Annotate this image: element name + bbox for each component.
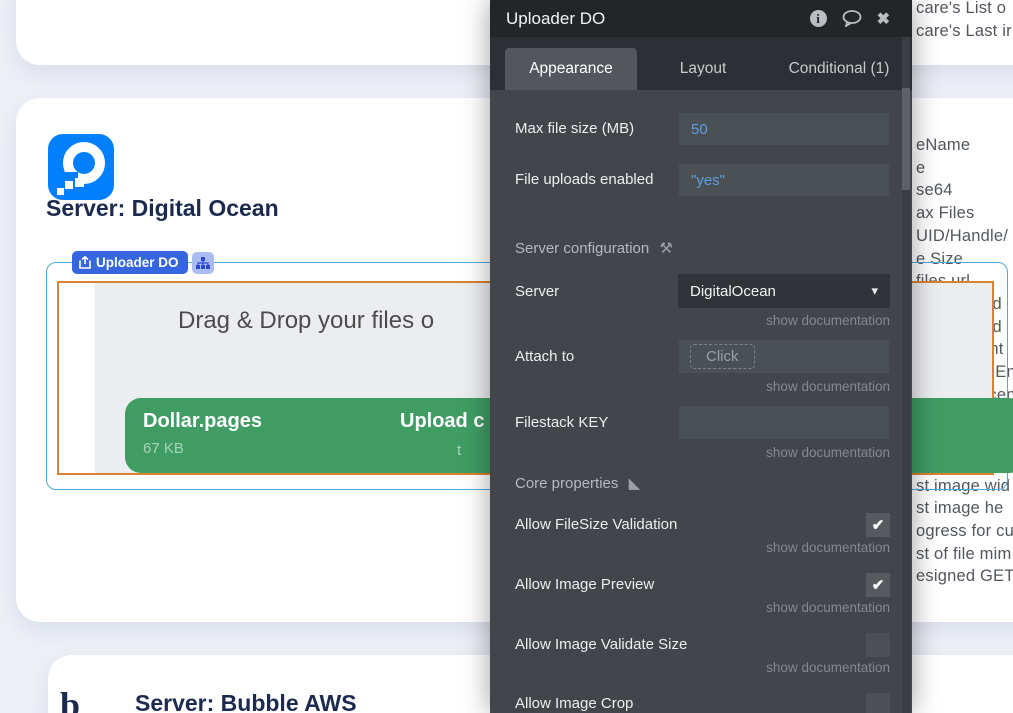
attach-to-input[interactable]: Click	[678, 339, 890, 374]
clipped-text-line: esigned GET	[916, 567, 1013, 586]
section-server-configuration: Server configuration ⚒	[515, 240, 673, 257]
clipped-text-line: care's Last ir	[916, 21, 1012, 40]
file-uploads-enabled-input[interactable]: "yes"	[678, 163, 890, 197]
show-documentation-link[interactable]: show documentation	[766, 445, 890, 460]
upload-status-sublabel: t	[457, 442, 462, 459]
clipped-text-line: eName	[916, 136, 971, 154]
server-select[interactable]: DigitalOcean ▾	[678, 274, 890, 308]
clipped-text-line: care's List o	[916, 0, 1007, 17]
allow-image-preview-checkbox[interactable]: ✔	[866, 573, 890, 597]
upload-status-label: Upload c	[400, 410, 485, 432]
show-documentation-link[interactable]: show documentation	[766, 313, 890, 328]
chevron-down-icon: ▾	[871, 283, 878, 298]
bottom-page-title: Server: Bubble AWS	[135, 690, 357, 713]
field-label-server: Server	[515, 283, 560, 300]
field-label-max-file-size: Max file size (MB)	[515, 120, 635, 137]
field-label-allow-filesize-validation: Allow FileSize Validation	[515, 516, 678, 533]
clipped-text-line: ogress for cu	[916, 521, 1013, 540]
field-label-allow-image-preview: Allow Image Preview	[515, 576, 655, 593]
field-label-allow-image-validate-size: Allow Image Validate Size	[515, 636, 688, 653]
panel-scrollbar-thumb[interactable]	[902, 88, 910, 190]
server-select-value: DigitalOcean	[690, 282, 776, 300]
sitemap-icon	[196, 256, 210, 269]
section-core-properties: Core properties ◣	[515, 475, 641, 492]
max-file-size-input[interactable]: 50	[678, 112, 890, 146]
tab-layout[interactable]: Layout	[637, 48, 769, 90]
close-icon[interactable]: ✖	[877, 9, 890, 29]
clipped-text-line: e	[916, 158, 926, 177]
show-documentation-link[interactable]: show documentation	[766, 379, 890, 394]
clipped-text-line: st image he	[916, 499, 1004, 518]
panel-title: Uploader DO	[506, 8, 606, 28]
uploader-drop-text: Drag & Drop your files o	[178, 307, 435, 334]
field-label-file-uploads-enabled: File uploads enabled	[515, 171, 654, 188]
show-documentation-link[interactable]: show documentation	[766, 660, 890, 675]
filestack-key-input[interactable]	[678, 405, 890, 440]
info-icon[interactable]: i	[809, 10, 827, 27]
background-clipped-text: care's List o care's Last ir	[916, 0, 1012, 42]
panel-scrollbar[interactable]	[902, 37, 910, 713]
uploaded-file-size: 67 KB	[143, 440, 184, 457]
app-root: care's List o care's Last ir eName e se64 ax…	[0, 0, 1013, 713]
comment-icon[interactable]	[842, 10, 862, 27]
field-label-attach-to: Attach to	[515, 348, 575, 365]
show-documentation-link[interactable]: show documentation	[766, 540, 890, 555]
element-badge-label: Uploader DO	[96, 255, 179, 270]
tab-conditional[interactable]: Conditional (1)	[769, 48, 909, 90]
page-title: Server: Digital Ocean	[46, 195, 279, 221]
uploaded-file-name: Dollar.pages	[143, 410, 262, 432]
panel-header[interactable]: Uploader DO i ✖	[490, 0, 912, 37]
element-badge[interactable]: Uploader DO	[72, 251, 188, 274]
allow-image-crop-checkbox[interactable]	[866, 693, 890, 713]
clipped-text-line: UID/Handle/	[916, 226, 1009, 245]
property-editor-panel: Uploader DO i ✖ Appearance Layout Condit…	[490, 0, 912, 713]
attach-to-click-button[interactable]: Click	[690, 344, 755, 369]
tools-icon: ⚒	[659, 240, 673, 257]
upload-icon	[79, 256, 91, 269]
set-square-icon: ◣	[628, 475, 641, 492]
show-documentation-link[interactable]: show documentation	[766, 600, 890, 615]
digitalocean-logo-icon	[48, 134, 114, 200]
element-tree-button[interactable]	[192, 252, 214, 274]
clipped-text-line: st of file mim	[916, 544, 1012, 563]
tab-appearance[interactable]: Appearance	[505, 48, 637, 90]
field-label-allow-image-crop: Allow Image Crop	[515, 695, 634, 712]
panel-tab-bar: Appearance Layout Conditional (1)	[490, 37, 912, 90]
bubble-logo-icon: b	[60, 685, 81, 713]
clipped-text-line: se64	[916, 181, 953, 200]
field-label-filestack-key: Filestack KEY	[515, 414, 609, 431]
allow-filesize-validation-checkbox[interactable]: ✔	[866, 513, 890, 537]
clipped-text-line: ax Files	[916, 204, 975, 223]
allow-image-validate-size-checkbox[interactable]	[866, 633, 890, 657]
